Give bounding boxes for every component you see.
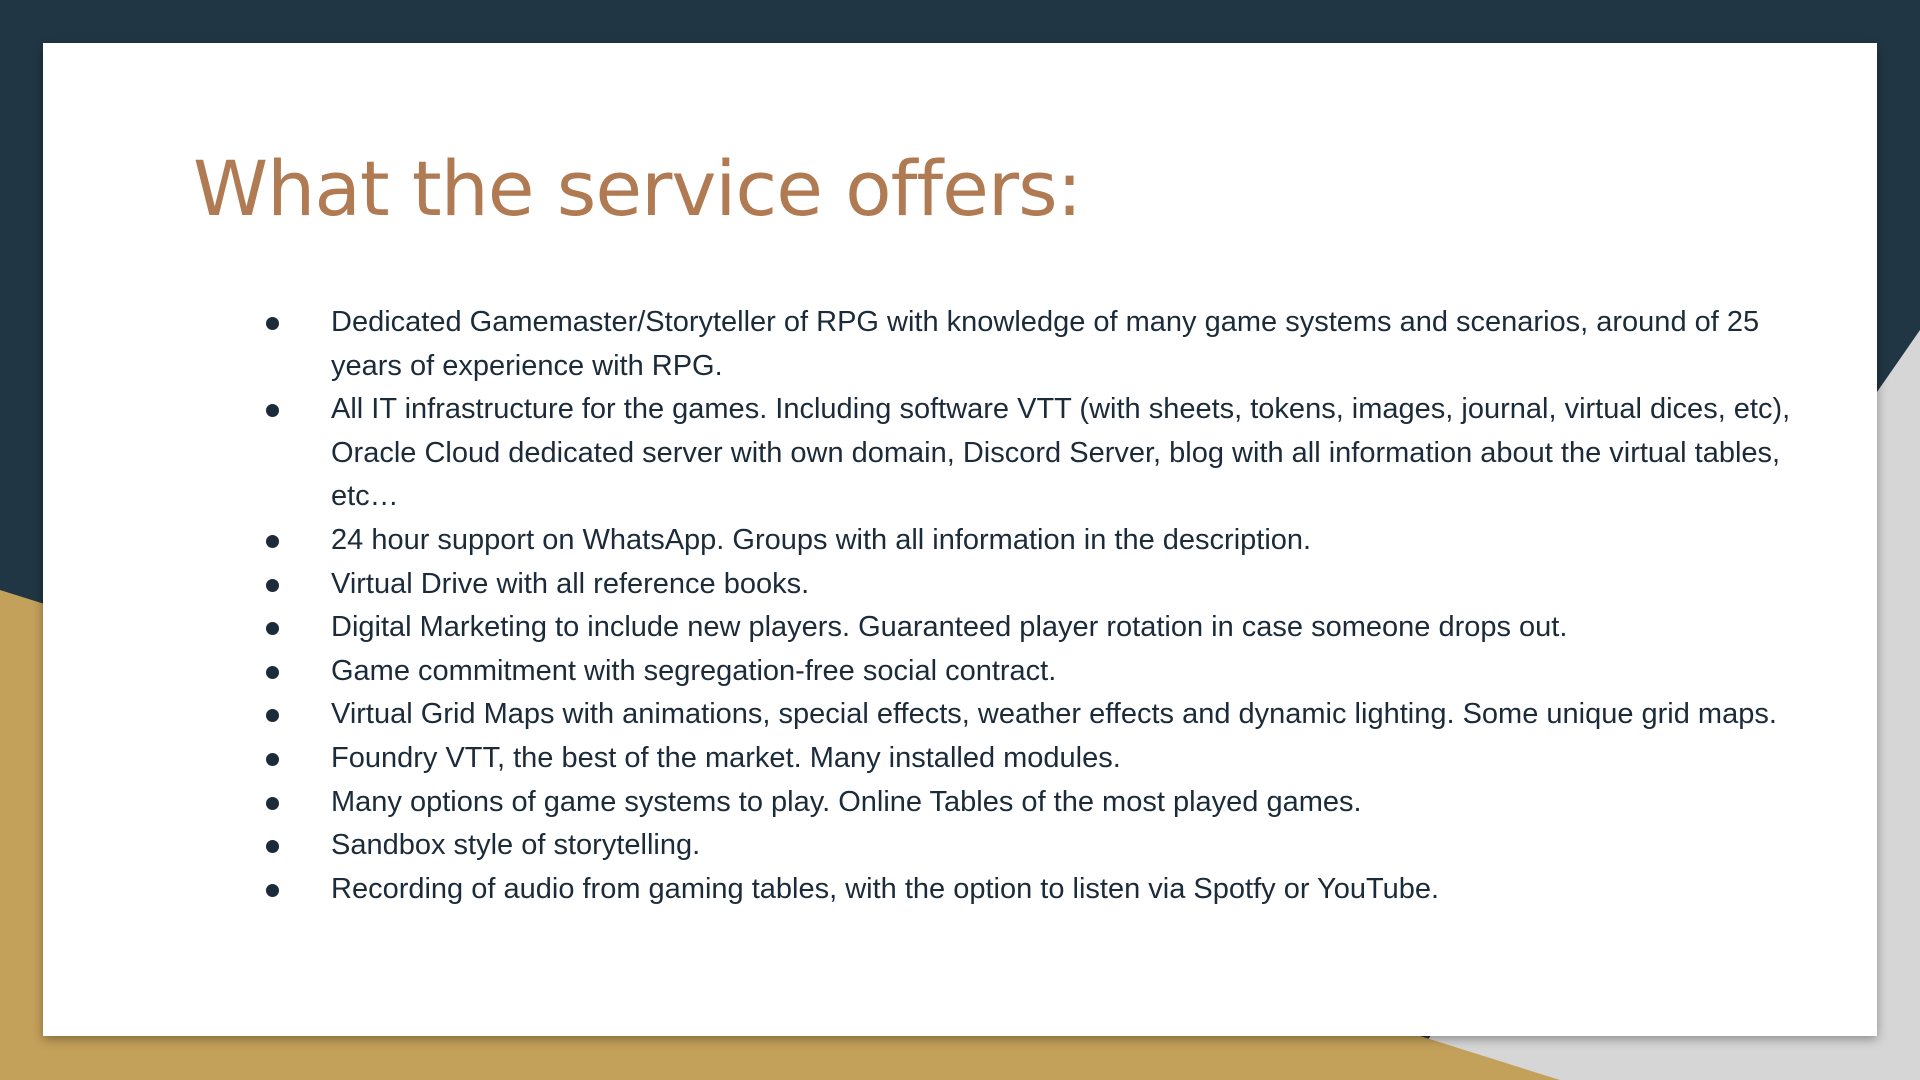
bullet-text: Game commitment with segregation-free so…	[331, 654, 1057, 687]
bullet-dot-icon	[266, 709, 279, 723]
bullet-text: Many options of game systems to play. On…	[331, 785, 1362, 818]
bullet-text: Virtual Grid Maps with animations, speci…	[331, 698, 1777, 731]
bullet-item: Game commitment with segregation-free so…	[193, 650, 1793, 694]
bullet-dot-icon	[266, 534, 279, 548]
bullet-text: Foundry VTT, the best of the market. Man…	[331, 741, 1121, 774]
bullet-text: All IT infrastructure for the games. Inc…	[331, 393, 1791, 513]
bullet-list: Dedicated Gamemaster/Storyteller of RPG …	[193, 301, 1793, 911]
bullet-item: 24 hour support on WhatsApp. Groups with…	[193, 519, 1793, 563]
bullet-item: Many options of game systems to play. On…	[193, 781, 1793, 825]
bullet-text: Digital Marketing to include new players…	[331, 611, 1568, 644]
bullet-dot-icon	[266, 752, 279, 766]
bullet-item: Recording of audio from gaming tables, w…	[193, 868, 1793, 912]
bullet-dot-icon	[266, 796, 279, 810]
bullet-dot-icon	[266, 404, 279, 418]
bullet-item: Digital Marketing to include new players…	[193, 606, 1793, 650]
bullet-text: Virtual Drive with all reference books.	[331, 567, 810, 600]
bullet-text: Dedicated Gamemaster/Storyteller of RPG …	[331, 306, 1760, 382]
slide-canvas: What the service offers: Dedicated Gamem…	[0, 0, 1920, 1080]
bullet-text: Recording of audio from gaming tables, w…	[331, 872, 1440, 905]
bullet-dot-icon	[266, 840, 279, 854]
bullet-item: Virtual Drive with all reference books.	[193, 563, 1793, 607]
slide-title: What the service offers:	[193, 144, 1082, 233]
bullet-item: Virtual Grid Maps with animations, speci…	[193, 693, 1793, 737]
bullet-text: 24 hour support on WhatsApp. Groups with…	[331, 523, 1312, 556]
bullet-dot-icon	[266, 317, 279, 330]
bullet-item: All IT infrastructure for the games. Inc…	[193, 388, 1793, 519]
bullet-item: Sandbox style of storytelling.	[193, 824, 1793, 868]
bullet-dot-icon	[266, 578, 279, 592]
bullet-item: Foundry VTT, the best of the market. Man…	[193, 737, 1793, 781]
bullet-text: Sandbox style of storytelling.	[331, 829, 701, 862]
bullet-dot-icon	[266, 883, 279, 897]
bullet-dot-icon	[266, 665, 279, 679]
content-card: What the service offers: Dedicated Gamem…	[43, 43, 1877, 1036]
bullet-item: Dedicated Gamemaster/Storyteller of RPG …	[193, 301, 1793, 388]
bullet-dot-icon	[266, 622, 279, 636]
